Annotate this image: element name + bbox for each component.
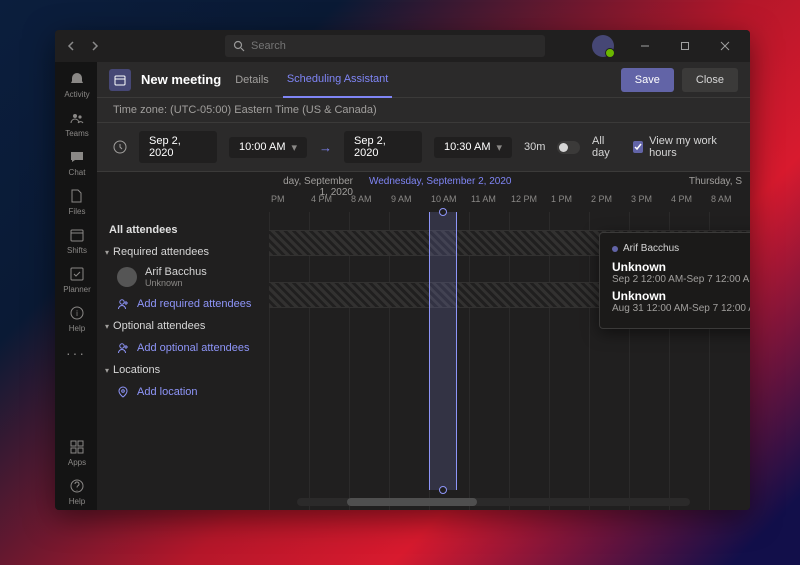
titlebar — [55, 30, 750, 62]
window-close-button[interactable] — [708, 30, 742, 62]
scheduling-grid: All attendees Required attendees Arif Ba… — [97, 172, 750, 510]
availability-tooltip: Arif Bacchus Unknown Sep 2 12:00 AM-Sep … — [599, 232, 750, 329]
optional-attendees-group[interactable]: Optional attendees — [97, 316, 269, 336]
window-minimize-button[interactable] — [628, 30, 662, 62]
rail-more-button[interactable]: ··· — [66, 339, 86, 367]
rail-teams[interactable]: Teams — [55, 105, 97, 142]
hour-label: 8 AM — [349, 194, 389, 212]
scroll-thumb[interactable] — [347, 498, 477, 506]
window-maximize-button[interactable] — [668, 30, 702, 62]
tooltip-block-range: Sep 2 12:00 AM-Sep 7 12:00 AM — [612, 274, 750, 285]
end-date-field[interactable]: Sep 2, 2020 — [344, 131, 422, 163]
nav-forward-button[interactable] — [85, 37, 103, 55]
rail-label: Help — [69, 324, 85, 333]
calendar-icon — [109, 69, 131, 91]
date-time-row: Sep 2, 2020 10:00 AM▾ → Sep 2, 2020 10:3… — [97, 123, 750, 172]
duration-label: 30m — [524, 141, 545, 153]
rail-help-bottom[interactable]: Help — [55, 473, 97, 510]
hour-label: 11 AM — [469, 194, 509, 212]
person-add-icon — [117, 342, 129, 354]
search-icon — [233, 40, 245, 52]
person-add-icon — [117, 298, 129, 310]
clock-icon — [113, 140, 127, 154]
hour-label: 10 AM — [429, 194, 469, 212]
hour-label: 9 AM — [389, 194, 429, 212]
tooltip-person: Arif Bacchus — [623, 243, 679, 254]
attendees-column: All attendees Required attendees Arif Ba… — [97, 172, 269, 510]
hour-label: PM — [269, 194, 309, 212]
rail-label: Apps — [68, 458, 86, 467]
search-input[interactable] — [251, 40, 537, 52]
time-selection[interactable] — [429, 212, 457, 490]
rail-files[interactable]: Files — [55, 183, 97, 220]
add-optional-attendees-button[interactable]: Add optional attendees — [97, 336, 269, 360]
selection-handle-top[interactable] — [439, 208, 447, 216]
app-rail: Activity Teams Chat Files Shifts Planner… — [55, 62, 97, 510]
app-window: Activity Teams Chat Files Shifts Planner… — [55, 30, 750, 510]
start-date-field[interactable]: Sep 2, 2020 — [139, 131, 217, 163]
day-label-next: Thursday, S — [681, 172, 750, 194]
rail-label: Help — [69, 497, 85, 506]
all-attendees-header: All attendees — [97, 216, 269, 242]
hour-label: 8 AM — [709, 194, 749, 212]
rail-label: Files — [69, 207, 86, 216]
hour-label: 1 PM — [549, 194, 589, 212]
rail-shifts[interactable]: Shifts — [55, 222, 97, 259]
add-location-button[interactable]: Add location — [97, 380, 269, 404]
selection-handle-bottom[interactable] — [439, 486, 447, 494]
search-box[interactable] — [225, 35, 545, 57]
rail-label: Teams — [65, 129, 89, 138]
rail-label: Activity — [64, 90, 89, 99]
rail-label: Shifts — [67, 246, 87, 255]
add-required-attendees-button[interactable]: Add required attendees — [97, 292, 269, 316]
horizontal-scrollbar[interactable] — [297, 498, 690, 506]
save-button[interactable]: Save — [621, 68, 674, 92]
rail-label: Planner — [63, 285, 91, 294]
close-button[interactable]: Close — [682, 68, 738, 92]
tab-details[interactable]: Details — [231, 74, 273, 86]
user-avatar[interactable] — [592, 35, 614, 57]
tooltip-block-title: Unknown — [612, 289, 750, 303]
view-work-hours-label: View my work hours — [649, 135, 734, 159]
page-header: New meeting Details Scheduling Assistant… — [97, 62, 750, 98]
rail-chat[interactable]: Chat — [55, 144, 97, 181]
hour-label: 2 PM — [589, 194, 629, 212]
hour-label: 4 PM — [669, 194, 709, 212]
hour-label: 4 PM — [309, 194, 349, 212]
required-attendees-group[interactable]: Required attendees — [97, 242, 269, 262]
start-time-field[interactable]: 10:00 AM▾ — [229, 137, 307, 158]
day-label-current: Wednesday, September 2, 2020 — [361, 172, 681, 194]
rail-activity[interactable]: Activity — [55, 66, 97, 103]
hour-header-row: PM 4 PM 8 AM 9 AM 10 AM 11 AM 12 PM 1 PM… — [269, 194, 750, 212]
rail-label: Chat — [69, 168, 86, 177]
all-day-label: All day — [592, 135, 621, 159]
locations-group[interactable]: Locations — [97, 360, 269, 380]
tooltip-block-title: Unknown — [612, 260, 750, 274]
timezone-selector[interactable]: Time zone: (UTC-05:00) Eastern Time (US … — [97, 98, 750, 123]
attendee-row[interactable]: Arif Bacchus Unknown — [97, 262, 269, 292]
hour-label: 3 PM — [629, 194, 669, 212]
svg-text:i: i — [76, 309, 78, 318]
status-dot-icon — [612, 246, 618, 252]
nav-back-button[interactable] — [63, 37, 81, 55]
attendee-avatar — [117, 267, 137, 287]
tooltip-block-range: Aug 31 12:00 AM-Sep 7 12:00 AM — [612, 303, 750, 314]
page-title: New meeting — [141, 72, 221, 87]
end-time-field[interactable]: 10:30 AM▾ — [434, 137, 512, 158]
day-label-prev: day, September 1, 2020 — [269, 172, 361, 194]
location-icon — [117, 386, 129, 398]
rail-apps[interactable]: Apps — [55, 434, 97, 471]
attendee-status: Unknown — [145, 278, 207, 288]
attendee-name: Arif Bacchus — [145, 266, 207, 278]
tab-scheduling-assistant[interactable]: Scheduling Assistant — [283, 62, 393, 98]
rail-planner[interactable]: Planner — [55, 261, 97, 298]
hour-label: 12 PM — [509, 194, 549, 212]
rail-help-top[interactable]: i Help — [55, 300, 97, 337]
view-work-hours-checkbox[interactable] — [633, 141, 643, 153]
arrow-right-icon: → — [319, 140, 332, 155]
day-header-row: day, September 1, 2020 Wednesday, Septem… — [269, 172, 750, 194]
all-day-toggle[interactable] — [557, 141, 580, 154]
